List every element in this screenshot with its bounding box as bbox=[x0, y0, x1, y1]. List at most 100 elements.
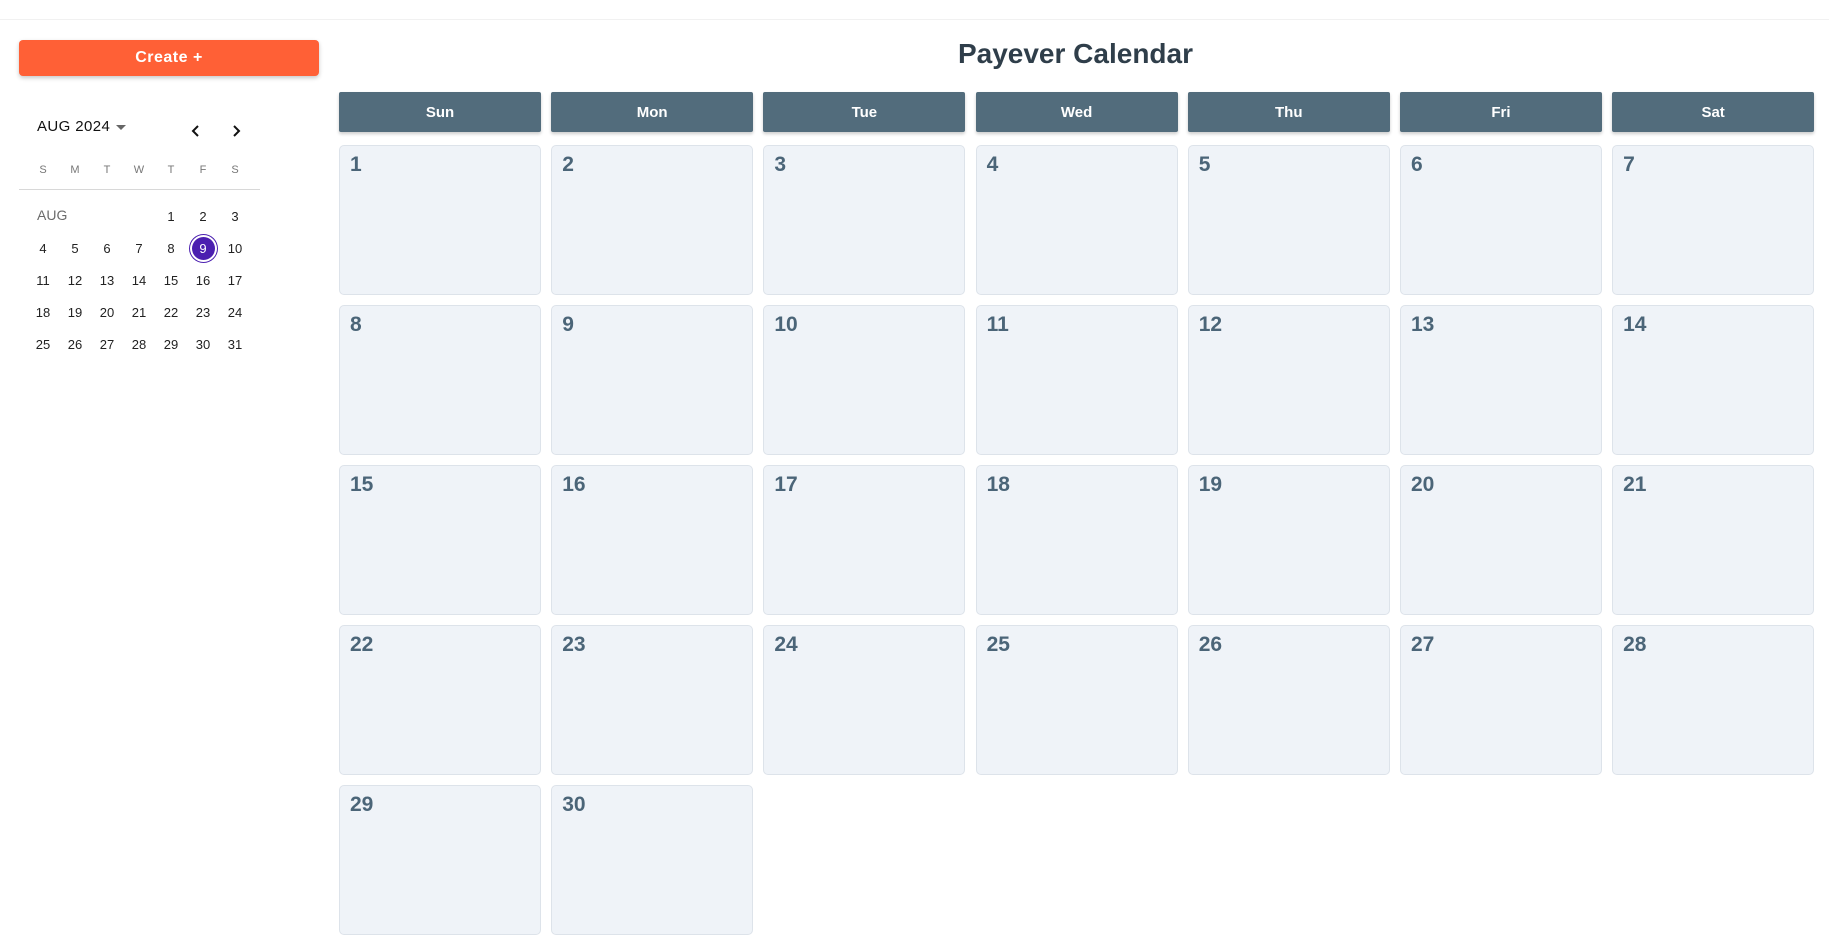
mini-day[interactable]: 24 bbox=[219, 296, 251, 328]
mini-day[interactable]: 28 bbox=[123, 328, 155, 360]
day-number: 4 bbox=[986, 153, 999, 176]
day-cell[interactable]: 20 bbox=[1399, 465, 1602, 615]
day-number: 6 bbox=[1410, 153, 1423, 176]
mini-day[interactable]: 7 bbox=[123, 232, 155, 264]
day-cell[interactable]: 22 bbox=[339, 625, 541, 775]
next-month-button[interactable] bbox=[223, 118, 249, 144]
mini-day[interactable]: 13 bbox=[91, 264, 123, 296]
day-cell[interactable]: 17 bbox=[763, 465, 966, 615]
day-number: 17 bbox=[774, 473, 798, 496]
mini-day[interactable]: 17 bbox=[219, 264, 251, 296]
day-cell[interactable]: 25 bbox=[975, 625, 1178, 775]
day-cell[interactable]: 2 bbox=[551, 145, 754, 295]
mini-day-number: 30 bbox=[195, 336, 211, 352]
page-title: Payever Calendar bbox=[957, 38, 1194, 69]
day-cell[interactable]: 18 bbox=[975, 465, 1178, 615]
previous-month-button[interactable] bbox=[183, 118, 209, 144]
mini-day[interactable]: 20 bbox=[91, 296, 123, 328]
chevron-left-icon bbox=[191, 125, 199, 137]
mini-day[interactable]: 21 bbox=[123, 296, 155, 328]
day-cell[interactable]: 29 bbox=[339, 785, 541, 935]
mini-day-number: 22 bbox=[163, 304, 179, 320]
mini-day[interactable]: 5 bbox=[59, 232, 91, 264]
mini-day[interactable]: 14 bbox=[123, 264, 155, 296]
day-cell[interactable]: 5 bbox=[1187, 145, 1390, 295]
mini-weekday-label: S bbox=[231, 164, 239, 176]
day-number: 30 bbox=[562, 793, 586, 816]
month-year-selector[interactable]: AUG 2024 bbox=[37, 118, 127, 135]
mini-day-number: 13 bbox=[99, 272, 115, 288]
day-cell[interactable]: 9 bbox=[551, 305, 754, 455]
day-cell[interactable]: 19 bbox=[1187, 465, 1390, 615]
mini-weekday-label: T bbox=[167, 164, 175, 176]
mini-day[interactable]: 8 bbox=[155, 232, 187, 264]
day-cell[interactable]: 4 bbox=[975, 145, 1178, 295]
mini-day-number: 3 bbox=[231, 208, 239, 224]
day-cell[interactable]: 16 bbox=[551, 465, 754, 615]
mini-day[interactable]: 22 bbox=[155, 296, 187, 328]
day-number: 11 bbox=[986, 313, 1009, 336]
mini-day-number: 23 bbox=[195, 304, 211, 320]
day-cell[interactable]: 24 bbox=[763, 625, 966, 775]
day-cell[interactable]: 21 bbox=[1612, 465, 1815, 615]
mini-day[interactable]: 26 bbox=[59, 328, 91, 360]
mini-day[interactable]: 19 bbox=[59, 296, 91, 328]
day-cell[interactable]: 8 bbox=[339, 305, 541, 455]
mini-day-number: 2 bbox=[199, 208, 207, 224]
day-number: 23 bbox=[562, 633, 586, 656]
mini-day-number: 17 bbox=[227, 272, 243, 288]
mini-day-number: 24 bbox=[227, 304, 243, 320]
day-number: 29 bbox=[350, 793, 374, 816]
mini-day-number: 28 bbox=[131, 336, 147, 352]
mini-day-selected[interactable]: 9 bbox=[187, 232, 219, 264]
mini-day[interactable]: 30 bbox=[187, 328, 219, 360]
mini-calendar-weekdays: SMTWTFS bbox=[27, 164, 251, 176]
mini-day[interactable]: 2 bbox=[187, 200, 219, 232]
mini-day[interactable]: 4 bbox=[27, 232, 59, 264]
mini-day[interactable]: 1 bbox=[155, 200, 187, 232]
day-cell[interactable]: 12 bbox=[1187, 305, 1390, 455]
day-cell[interactable]: 23 bbox=[551, 625, 754, 775]
mini-day-number: 14 bbox=[131, 272, 147, 288]
day-cell[interactable]: 15 bbox=[339, 465, 541, 615]
day-cell[interactable]: 3 bbox=[763, 145, 966, 295]
mini-day[interactable]: 10 bbox=[219, 232, 251, 264]
day-cell[interactable]: 27 bbox=[1399, 625, 1602, 775]
mini-day-blank bbox=[59, 200, 91, 232]
mini-day[interactable]: 23 bbox=[187, 296, 219, 328]
day-cell[interactable]: 14 bbox=[1612, 305, 1815, 455]
mini-day-number: 25 bbox=[35, 336, 51, 352]
day-cell[interactable]: 13 bbox=[1399, 305, 1602, 455]
day-number: 26 bbox=[1198, 633, 1223, 656]
mini-day[interactable]: 16 bbox=[187, 264, 219, 296]
create-button[interactable]: Create + bbox=[19, 40, 319, 76]
mini-day-number: 12 bbox=[67, 272, 83, 288]
day-cell[interactable]: 30 bbox=[551, 785, 754, 935]
mini-day[interactable]: 27 bbox=[91, 328, 123, 360]
mini-day[interactable]: 12 bbox=[59, 264, 91, 296]
mini-day-number: 27 bbox=[99, 336, 115, 352]
mini-day[interactable]: 18 bbox=[27, 296, 59, 328]
mini-day[interactable]: 3 bbox=[219, 200, 251, 232]
mini-day[interactable]: 15 bbox=[155, 264, 187, 296]
day-cell[interactable]: 10 bbox=[763, 305, 966, 455]
mini-day[interactable]: 6 bbox=[91, 232, 123, 264]
weekday-header-wed: Wed bbox=[975, 92, 1178, 132]
day-number: 18 bbox=[986, 473, 1010, 496]
day-number: 22 bbox=[350, 633, 374, 656]
day-cell[interactable]: 1 bbox=[339, 145, 541, 295]
mini-day[interactable]: 25 bbox=[27, 328, 59, 360]
day-cell[interactable]: 11 bbox=[975, 305, 1178, 455]
mini-day-number: 29 bbox=[163, 336, 179, 352]
day-cell[interactable]: 6 bbox=[1399, 145, 1602, 295]
day-number: 2 bbox=[562, 153, 574, 176]
mini-day-number: 20 bbox=[99, 304, 115, 320]
mini-day[interactable]: 31 bbox=[219, 328, 251, 360]
mini-day[interactable]: 11 bbox=[27, 264, 59, 296]
day-cell[interactable]: 28 bbox=[1612, 625, 1815, 775]
mini-day[interactable]: 29 bbox=[155, 328, 187, 360]
weekday-header-tue: Tue bbox=[763, 92, 966, 132]
mini-day-blank bbox=[27, 200, 59, 232]
day-cell[interactable]: 26 bbox=[1187, 625, 1390, 775]
day-cell[interactable]: 7 bbox=[1612, 145, 1815, 295]
